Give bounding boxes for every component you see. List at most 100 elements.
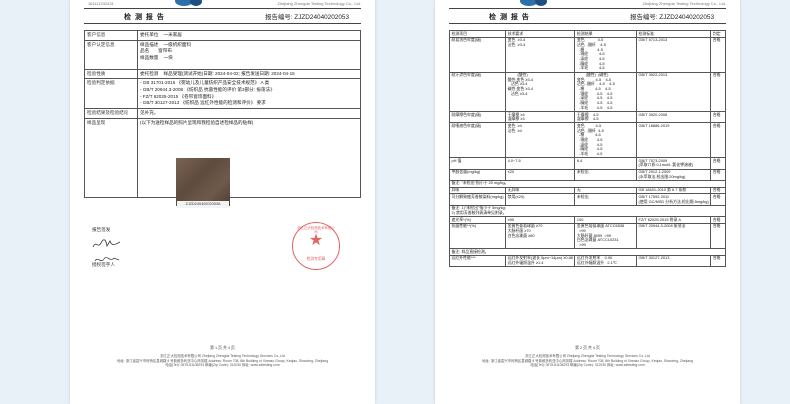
table-row: 备注: 样品直接检测。	[449, 248, 726, 256]
cell-req: 变色 ≥4 沾色 ≥4	[505, 122, 576, 159]
cell-res: 远红外发射率 0.90 远红外辐照温升 2.1℃	[574, 254, 637, 268]
fabric-sample-photo	[176, 158, 230, 206]
col-head: 技术要求	[505, 30, 576, 38]
report-title: 检 测 报 告	[489, 14, 530, 21]
standard-line: - GB/T 30127-2013 《纺织品 远红外性能的检测和评价》 要求	[140, 100, 266, 106]
field-value: 一块	[163, 54, 173, 60]
page-footer: 浙江正大检测技术有限公司 Zhejiang Zhengda Testing Te…	[435, 354, 740, 368]
cell-std: GB/T 2912.1-2009 (水萃取法,检出限:20mg/kg)	[635, 168, 712, 181]
cell-item: 甲醛含量(mg/kg)	[448, 168, 507, 181]
cell-judge: 合格	[710, 222, 726, 250]
official-seal: 浙江正大检测技术有限公司 ★ 检测专用章	[292, 222, 340, 270]
field-key: 品名	[140, 48, 150, 54]
field-value: 样品受理(测试开始)日期: 2024-04-02; 报告发送日期: 2024-0…	[163, 70, 295, 76]
cell-std: GB/T 17592-2011 (使用 GC/MSD 分析方法,检出限:5mg/…	[635, 193, 712, 206]
star-icon: ★	[308, 232, 324, 249]
letterhead: Zhejiang Zhengda Testing Technology Co.,…	[435, 0, 740, 8]
col-head: 检测标准	[635, 30, 712, 38]
cell-std: GB/T 30127-2013	[635, 254, 712, 268]
field-value: 一级机织面料	[163, 41, 192, 47]
table-row: 检验判定依据 - GB 31701-2015 《婴幼儿及儿童纺织产品安全技术规范…	[84, 78, 361, 109]
col-head: 检测结果	[574, 30, 637, 38]
field-value: 窗帘布	[158, 48, 172, 54]
field-key: 样品数量	[140, 54, 159, 60]
cell-judge: 合格	[710, 110, 726, 124]
cell-judge: 合格	[710, 71, 726, 112]
cell-judge: 合格	[710, 36, 726, 73]
field-key: 委托检测	[140, 70, 159, 76]
company-name: Zhejiang Zhengda Testing Technology Co.,…	[277, 1, 361, 6]
table-row: 可分解致癌芳香胺染料(mg/kg) 禁用(≤20) 未检出 GB/T 17592-20…	[448, 193, 726, 206]
report-header: 检 测 报 告 报告编号: ZJZD24040202053	[84, 8, 361, 24]
note-cell: 备注: 样品直接检测。	[449, 248, 726, 256]
cell-res: 金黄色葡萄球菌 ATCC6538 >99 大肠杆菌 8099 >99 白色念珠菌…	[574, 222, 637, 250]
sample-label: ZJZD24040202053A	[177, 201, 229, 208]
row-label: 客户认定信息	[84, 39, 138, 70]
cell-std: GB/T 3920-2008	[635, 110, 712, 124]
report-code: 161111242431	[88, 1, 114, 6]
page-number: 第 2 页 共 4 页	[575, 346, 600, 350]
cell-std: GB/T 5713-2013	[635, 36, 712, 73]
row-label: 检验判定依据	[84, 78, 138, 109]
field-value: 一米家居	[163, 32, 182, 37]
letterhead: 161111242431 Zhejiang Zhengda Testing Te…	[70, 0, 375, 8]
cell-item: 耐唾液色牢度(级)	[448, 122, 507, 159]
cell-std: GB/T 7573-2009 (萃取介质:0.1mol/L 氯化钾溶液)	[635, 157, 712, 170]
row-label: 样品呈现	[84, 117, 138, 198]
table-row: 检验性质 委托检测 样品受理(测试开始)日期: 2024-04-02; 报告发送…	[84, 68, 361, 80]
report-page-1: 161111242431 Zhejiang Zhengda Testing Te…	[70, 0, 375, 404]
cell-req: 干摩擦 ≥4 湿摩擦 ≥3	[505, 110, 576, 124]
company-logo-icon	[535, 0, 547, 6]
row-label: 客户信息	[84, 30, 138, 41]
cell-std: GB 18401-2010 第 6.7 条款	[635, 186, 712, 195]
note-cell: 备注: "未检出"指小于 20 mg/kg。	[449, 179, 726, 188]
standard-line: - GB/T 20944.3-2008 《纺织品 抗菌性能的评价 第3部分: 振…	[140, 86, 275, 92]
cell-std: GB/T 3922-2013	[635, 71, 712, 112]
cell-res: 6.4	[574, 157, 637, 170]
note-cell: 备注: 1)"未检出"指小于 5mg/kg; 2) 禁用芳香胺列表清单见附录。	[449, 204, 726, 218]
table-row: 客户认定信息 样品描述 一级机织面料 品名 窗帘布 样品数量 一块	[84, 39, 361, 70]
table-row: 远红外性能*** 远红外发射率(波长 5μm~14μm) ≥0.88 远红外辐照温…	[448, 254, 726, 268]
cell-req: 无异味	[505, 186, 576, 195]
cell-judge: 合格	[710, 216, 726, 224]
cell-res: 干摩擦 4-5 湿摩擦 4-5	[574, 110, 637, 124]
table-row: 备注: "未检出"指小于 20 mg/kg。	[449, 179, 726, 188]
cell-item: 远红外性能***	[448, 254, 507, 268]
report-page-2: Zhejiang Zhengda Testing Technology Co.,…	[435, 0, 740, 404]
report-number: 报告编号: ZJZD24040202053	[630, 14, 714, 21]
table-row: 耐唾液色牢度(级) 变色 ≥4 沾色 ≥4 变色 4-5 沾色 -醋纤 4-5 -棉…	[448, 122, 726, 159]
cell-req: 变色 ≥3-4 沾色 ≥3-4	[505, 36, 576, 73]
table-row: 检验结果及检验结论 见补充。	[84, 107, 361, 119]
table-row: pH 值 4.0~7.5 6.4 GB/T 7573-2009 (萃取介质:0.1mo…	[448, 157, 726, 170]
table-row: 异味 无异味无 GB 18401-2010 第 6.7 条款 合格	[448, 186, 726, 195]
standard-line: - GB 31701-2015 《婴幼儿及儿童纺织产品安全技术规范》 A 类	[140, 80, 270, 86]
cell-item: 抗菌性能**(%)	[448, 222, 507, 250]
cell-judge: 合格	[710, 157, 726, 170]
report-header: 检 测 报 告 报告编号: ZJZD24040202053	[449, 8, 726, 24]
table-row: 耐汗渍色牢度(级) (酸性) 酸性:变色 ≥3-4 沾色 ≥3-4 碱性:变色 …	[448, 71, 726, 112]
cell-res: (酸性) (碱性) 变色 4-5 4-5 沾色 -醋纤 4-5 4-5 -棉 4…	[574, 71, 637, 112]
cell-req: 金黄色葡萄球菌 ≥70 大肠杆菌 ≥70 白色念珠菌 ≥60	[505, 222, 576, 250]
row-label: 检验性质	[84, 68, 138, 80]
cell-res: 无	[574, 186, 637, 195]
company-logo-icon	[190, 0, 202, 6]
cell-res: 变色 4-5 沾色 -醋纤 4-5 -棉 4-5 -锦纶 4-5 -涤纶 4-5…	[574, 122, 637, 159]
row-label: 检验结果及检验结论	[84, 107, 138, 119]
table-row: 耐摩擦色牢度(级) 干摩擦 ≥4 湿摩擦 ≥3 干摩擦 4-5 湿摩擦 4-5 GB/…	[448, 110, 726, 124]
col-head: 判定	[710, 30, 726, 38]
table-row: 客户信息 委托单位 一米家居	[84, 30, 361, 41]
field-key: 样品描述	[140, 41, 159, 47]
cell-std: GB/T 20944.3-2008 振荡法	[635, 222, 712, 250]
cell-req: (酸性) 酸性:变色 ≥3-4 沾色 ≥3-4 碱性:变色 ≥3-4 沾色 ≥3…	[505, 71, 576, 112]
footer-line: 电话(Tel): 0575-81108293 邮编(Zip Code): 312…	[530, 363, 645, 368]
table-row: 甲醛含量(mg/kg) ≤20 未检出 GB/T 2912.1-2009 (水萃取法,…	[448, 168, 726, 181]
cell-res: 变色 4-5 沾色 -醋纤 4-5 -棉 4-5 -锦纶 4-5 -涤纶 4-5…	[574, 36, 637, 73]
cell-req: 远红外发射率(波长 5μm~14μm) ≥0.88 远红外辐照温升 ≥1.4	[505, 254, 576, 268]
cell-item: 可分解致癌芳香胺染料(mg/kg)	[448, 193, 507, 206]
issuer-label: 报告签发	[92, 227, 111, 232]
cell-std: GB/T 18886-2019	[635, 122, 712, 159]
footer-line: 电话(Tel): 0575-81108293 邮编(Zip Code): 312…	[165, 363, 280, 368]
cell-judge: 合格	[710, 122, 726, 159]
table-row: 抗菌性能**(%) 金黄色葡萄球菌 ≥70 大肠杆菌 ≥70 白色念珠菌 ≥60 金…	[448, 222, 726, 250]
cell-req: ≤20	[505, 168, 576, 181]
